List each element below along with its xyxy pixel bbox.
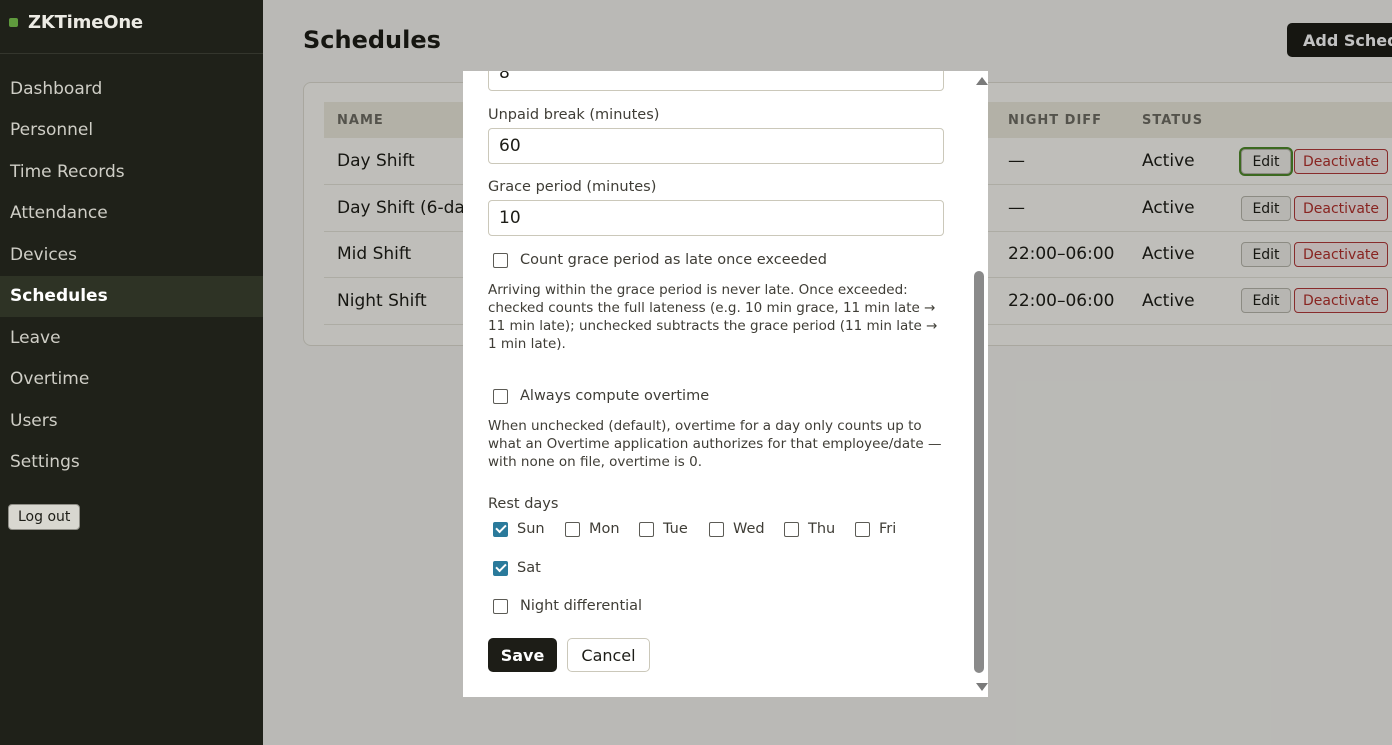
always-overtime-option[interactable]: Always compute overtime <box>493 388 709 404</box>
rest-days-label: Rest days <box>488 496 559 512</box>
overtime-help-text: When unchecked (default), overtime for a… <box>488 418 942 470</box>
brand-logo-icon <box>9 18 18 27</box>
logout-button[interactable]: Log out <box>8 504 81 530</box>
scroll-up-arrow-icon[interactable] <box>976 77 988 85</box>
unpaid-break-label: Unpaid break (minutes) <box>488 107 660 123</box>
scrollbar-thumb[interactable] <box>974 271 984 673</box>
sidebar-item-leave[interactable]: Leave <box>0 317 263 359</box>
sidebar-item-settings[interactable]: Settings <box>0 442 263 484</box>
sidebar-item-devices[interactable]: Devices <box>0 234 263 276</box>
count-grace-option[interactable]: Count grace period as late once exceeded <box>493 252 827 268</box>
rest-day-tue[interactable]: Tue <box>639 521 688 537</box>
grace-help-text: Arriving within the grace period is neve… <box>488 282 938 352</box>
modal-scrollbar[interactable] <box>972 71 988 697</box>
rest-day-label: Tue <box>663 521 688 537</box>
night-differential-checkbox[interactable] <box>493 598 508 614</box>
sidebar-item-users[interactable]: Users <box>0 400 263 442</box>
sidebar-item-time-records[interactable]: Time Records <box>0 151 263 193</box>
always-overtime-label: Always compute overtime <box>520 388 710 404</box>
sidebar-item-overtime[interactable]: Overtime <box>0 359 263 401</box>
sidebar-nav: Dashboard Personnel Time Records Attenda… <box>0 68 263 483</box>
hours-input[interactable]: 8 <box>488 71 944 91</box>
sidebar-item-personnel[interactable]: Personnel <box>0 110 263 152</box>
rest-day-label: Sun <box>517 521 545 537</box>
rest-day-label: Sat <box>517 560 541 576</box>
rest-day-tue-checkbox[interactable] <box>639 521 654 537</box>
rest-day-thu[interactable]: Thu <box>784 521 835 537</box>
brand-name: ZKTimeOne <box>28 12 143 33</box>
grace-period-label: Grace period (minutes) <box>488 179 657 195</box>
rest-day-label: Fri <box>879 521 897 537</box>
cancel-button[interactable]: Cancel <box>567 638 650 672</box>
count-grace-checkbox[interactable] <box>493 252 508 268</box>
save-button[interactable]: Save <box>488 638 557 672</box>
rest-day-sat[interactable]: Sat <box>493 560 541 576</box>
always-overtime-checkbox[interactable] <box>493 388 508 404</box>
rest-day-thu-checkbox[interactable] <box>784 521 799 537</box>
rest-day-label: Thu <box>808 521 836 537</box>
edit-schedule-modal: 8 Unpaid break (minutes) 60 Grace period… <box>463 71 988 697</box>
night-differential-label: Night differential <box>520 598 643 614</box>
rest-day-label: Mon <box>589 521 620 537</box>
rest-day-mon[interactable]: Mon <box>565 521 620 537</box>
sidebar-item-attendance[interactable]: Attendance <box>0 193 263 235</box>
rest-day-fri-checkbox[interactable] <box>855 521 870 537</box>
sidebar-item-dashboard[interactable]: Dashboard <box>0 68 263 110</box>
sidebar: ZKTimeOne Dashboard Personnel Time Recor… <box>0 0 263 745</box>
rest-day-wed[interactable]: Wed <box>709 521 765 537</box>
rest-day-sun-checkbox[interactable] <box>493 521 508 537</box>
grace-period-input[interactable]: 10 <box>488 200 944 236</box>
rest-day-mon-checkbox[interactable] <box>565 521 580 537</box>
rest-day-wed-checkbox[interactable] <box>709 521 724 537</box>
rest-day-label: Wed <box>733 521 765 537</box>
scroll-down-arrow-icon[interactable] <box>976 683 988 691</box>
rest-day-sat-checkbox[interactable] <box>493 560 508 576</box>
rest-day-fri[interactable]: Fri <box>855 521 896 537</box>
sidebar-item-schedules[interactable]: Schedules <box>0 275 263 317</box>
night-differential-option[interactable]: Night differential <box>493 598 642 614</box>
count-grace-label: Count grace period as late once exceeded <box>520 252 827 268</box>
unpaid-break-input[interactable]: 60 <box>488 128 944 164</box>
brand: ZKTimeOne <box>0 0 263 54</box>
rest-day-sun[interactable]: Sun <box>493 521 545 537</box>
